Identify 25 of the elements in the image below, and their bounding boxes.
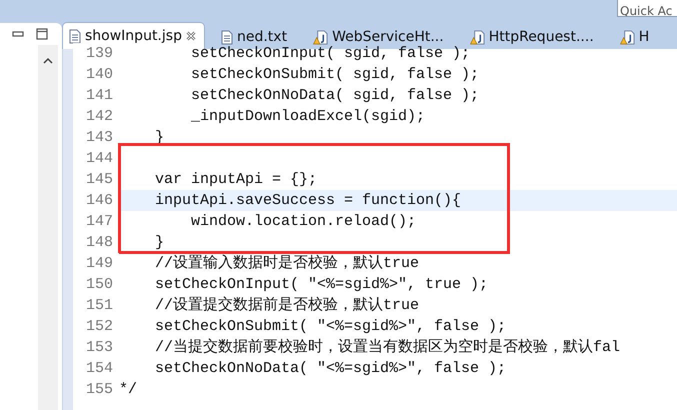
document-icon <box>69 28 81 44</box>
scroll-up-icon[interactable] <box>43 57 53 64</box>
code-line: //当提交数据前要校验时，设置当有数据区为空时是否校验，默认fal <box>154 337 620 358</box>
code-line: } <box>154 233 164 253</box>
code-line: _inputDownloadExcel(sgid); <box>190 107 426 127</box>
code-line: //设置输入数据时是否校验，默认true <box>154 254 420 274</box>
maximize-icon[interactable] <box>36 28 48 40</box>
java-file-warning-icon <box>470 30 485 44</box>
document-icon <box>220 30 233 44</box>
code-line: setCheckOnSubmit( sgid, false ); <box>190 65 480 85</box>
code-line: var inputApi = {}; <box>154 170 318 190</box>
code-line: window.location.reload(); <box>190 212 416 232</box>
line-number: 146 <box>73 190 119 211</box>
minimize-icon[interactable] <box>12 30 24 38</box>
code-line: inputApi.saveSuccess = function(){ <box>154 191 462 211</box>
close-icon[interactable] <box>186 31 196 41</box>
code-line: setCheckOnNoData( "<%=sgid%>", false ); <box>154 359 506 379</box>
java-file-warning-icon <box>313 30 328 44</box>
code-line: setCheckOnInput( "<%=sgid%>", true ); <box>154 275 488 295</box>
java-file-warning-icon <box>620 30 635 44</box>
code-line: //设置提交数据前是否校验，默认true <box>154 295 420 316</box>
code-line: setCheckOnSubmit( "<%=sgid%>", false ); <box>154 317 506 337</box>
code-line: */ <box>119 380 138 400</box>
editor-tab[interactable]: H <box>608 25 660 49</box>
code-line: setCheckOnNoData( sgid, false ); <box>190 86 480 106</box>
